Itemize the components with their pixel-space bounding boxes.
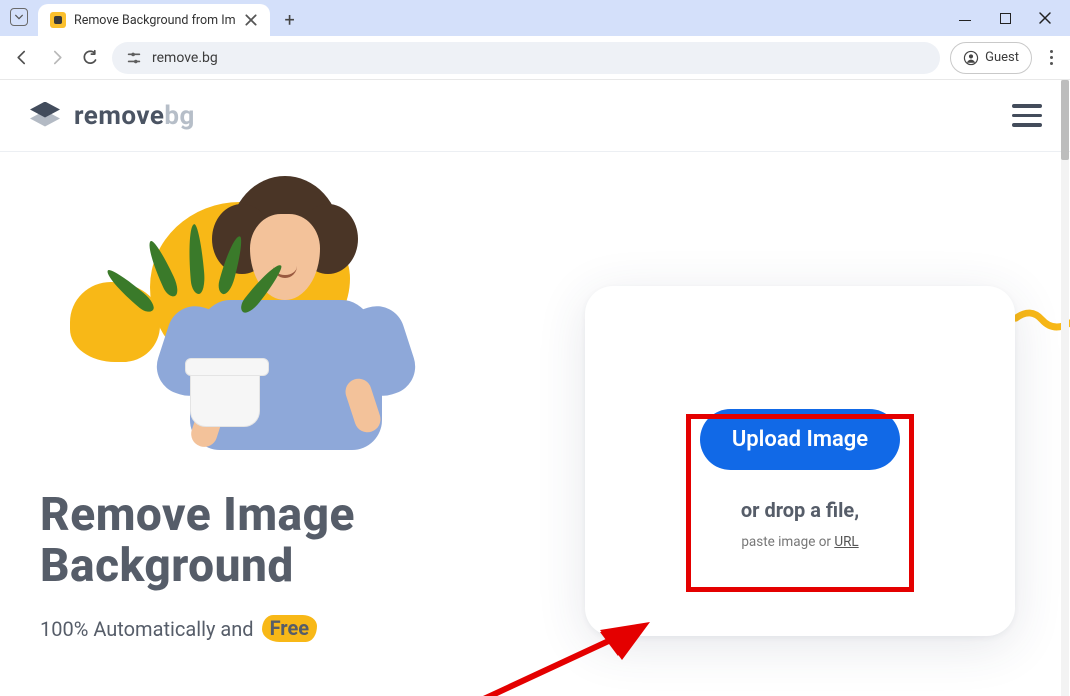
new-tab-button[interactable]: +: [276, 6, 304, 34]
nav-back-button[interactable]: [10, 46, 34, 70]
tab-title: Remove Background from Im: [74, 13, 236, 28]
site-logo[interactable]: removebg: [28, 101, 195, 131]
site-header: removebg: [0, 80, 1070, 152]
nav-reload-button[interactable]: [78, 46, 102, 70]
scrollbar[interactable]: [1061, 80, 1069, 696]
url-text: remove.bg: [152, 50, 218, 66]
window-maximize-button[interactable]: [996, 9, 1014, 27]
nav-forward-button[interactable]: [44, 46, 68, 70]
logo-text: removebg: [74, 101, 195, 131]
hero-headline: Remove Image Background: [40, 490, 540, 591]
browser-tab[interactable]: Remove Background from Im: [38, 4, 270, 36]
url-bar[interactable]: remove.bg: [112, 42, 940, 74]
hero-subline: 100% Automatically and Free: [40, 615, 540, 642]
logo-icon: [28, 102, 62, 130]
hero-right-column: Upload Image or drop a file, paste image…: [570, 182, 1030, 696]
window-minimize-button[interactable]: [956, 9, 974, 27]
profile-guest-button[interactable]: Guest: [950, 42, 1032, 74]
hero-illustration: [80, 182, 420, 482]
hero-left-column: Remove Image Background 100% Automatical…: [40, 182, 540, 696]
browser-titlebar: Remove Background from Im +: [0, 0, 1070, 36]
window-close-button[interactable]: [1036, 9, 1054, 27]
page-viewport: removebg Remove Image Background: [0, 80, 1070, 696]
window-controls: [946, 0, 1064, 36]
browser-menu-button[interactable]: [1042, 49, 1060, 67]
hero-section: Remove Image Background 100% Automatical…: [0, 152, 1070, 696]
scrollbar-thumb[interactable]: [1061, 80, 1069, 160]
browser-toolbar: remove.bg Guest: [0, 36, 1070, 80]
annotation-highlight-box: [686, 414, 914, 592]
profile-label: Guest: [985, 50, 1019, 65]
tab-close-button[interactable]: [244, 13, 258, 27]
tabs-dropdown-button[interactable]: [10, 8, 28, 26]
upload-card[interactable]: Upload Image or drop a file, paste image…: [585, 286, 1015, 636]
subline-text: 100% Automatically and: [40, 617, 254, 641]
site-settings-icon[interactable]: [126, 50, 142, 66]
free-chip: Free: [262, 615, 317, 642]
menu-button[interactable]: [1012, 104, 1042, 127]
favicon-icon: [50, 12, 66, 28]
